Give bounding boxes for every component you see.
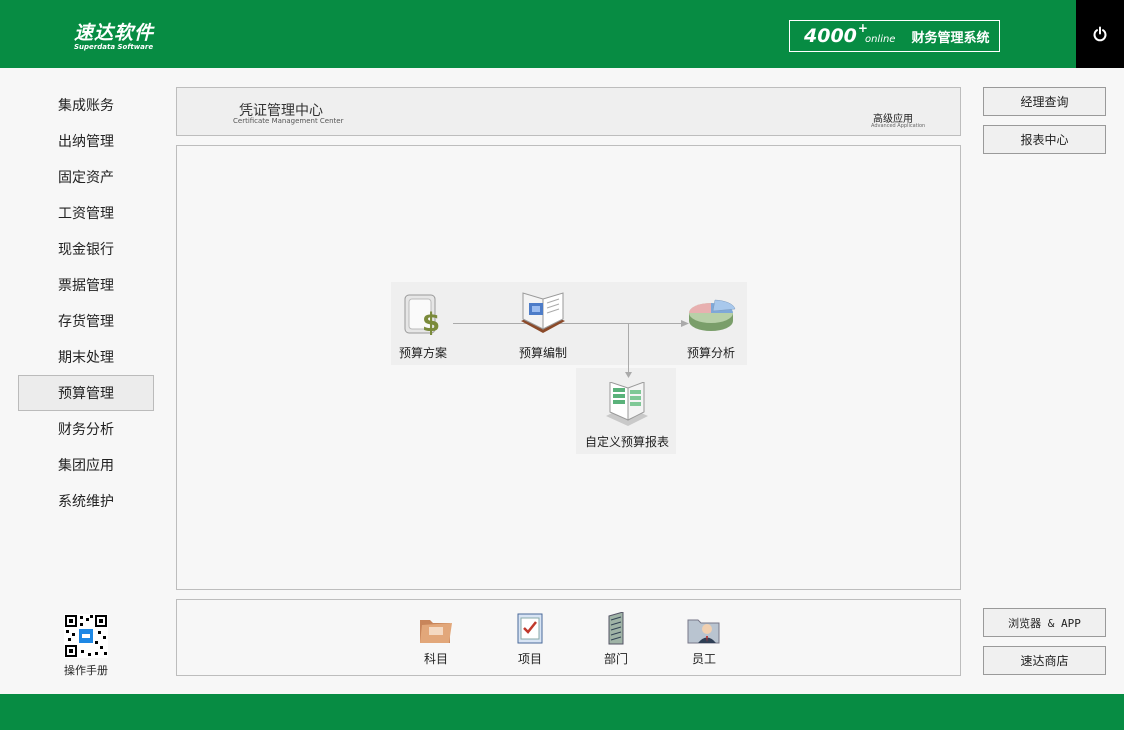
custom-budget-report-label: 自定义预算报表 [584,435,669,449]
system-name: 财务管理系统 [911,30,990,46]
sidebar-item-financial-analysis[interactable]: 财务分析 [18,411,154,447]
sidebar-item-inventory[interactable]: 存货管理 [18,303,154,339]
sidebar-item-budget[interactable]: 预算管理 [18,375,154,411]
flow-connector-down [628,323,629,374]
store-button[interactable]: 速达商店 [983,646,1106,675]
manual-label: 操作手册 [64,664,108,677]
budget-flow-panel: $ 预算方案 预算编制 预算分析 自定义预算报表 [176,145,961,590]
budget-edit-node[interactable]: 预算编制 [515,291,571,361]
sidebar-nav: 集成账务 出纳管理 固定资产 工资管理 现金银行 票据管理 存货管理 期末处理 … [18,87,154,519]
sidebar-item-system-maintenance[interactable]: 系统维护 [18,483,154,519]
employee-tool[interactable]: 员工 [679,612,729,667]
system-version: 4000 [804,25,857,47]
svg-text:$: $ [422,308,440,338]
department-tool[interactable]: 部门 [591,611,641,667]
sidebar-item-integrated-accounting[interactable]: 集成账务 [18,87,154,123]
budget-analysis-label: 预算分析 [686,346,735,360]
subject-tool[interactable]: 科目 [411,612,461,667]
bottom-bar [0,694,1124,730]
checklist-icon [517,613,543,644]
ledger-book-icon [521,292,565,333]
sidebar-item-cash-bank[interactable]: 现金银行 [18,231,154,267]
sidebar-item-payroll[interactable]: 工资管理 [18,195,154,231]
system-edition: online [864,33,896,45]
project-label: 项目 [517,652,542,666]
brand-name-cn: 速达软件 [74,22,155,44]
subject-label: 科目 [423,652,448,666]
arrow-down-icon [625,372,632,378]
manual-link[interactable]: 操作手册 [56,614,116,678]
qr-code-icon [64,614,108,658]
pie-chart-icon [689,299,736,331]
project-tool[interactable]: 项目 [505,612,555,667]
brand-name-en: Superdata Software [74,43,154,51]
sidebar-item-period-end[interactable]: 期末处理 [18,339,154,375]
report-center-button[interactable]: 报表中心 [983,125,1106,154]
budget-plan-node[interactable]: $ 预算方案 [395,291,451,361]
sidebar-item-group[interactable]: 集团应用 [18,447,154,483]
employee-label: 员工 [691,652,716,666]
custom-budget-report-node[interactable]: 自定义预算报表 [581,381,673,450]
top-bar: 速达软件 Superdata Software 4000 + online 财务… [0,0,1124,68]
budget-analysis-node[interactable]: 预算分析 [683,291,739,361]
budget-plan-label: 预算方案 [398,346,447,360]
budget-edit-label: 预算编制 [518,346,567,360]
header-panel: 凭证管理中心 Certificate Management Center 高级应… [176,87,961,136]
sidebar-item-fixed-assets[interactable]: 固定资产 [18,159,154,195]
building-icon [608,611,624,645]
employee-icon [687,619,720,644]
folder-icon [420,620,452,643]
page-subtitle: Certificate Management Center [233,117,344,125]
manager-query-button[interactable]: 经理查询 [983,87,1106,116]
money-safe-icon: $ [404,294,440,338]
advanced-application-en: Advanced Application [871,123,926,129]
browser-app-button[interactable]: 浏览器 & APP [983,608,1106,637]
sidebar-item-bills[interactable]: 票据管理 [18,267,154,303]
report-sheet-icon [606,381,648,426]
power-button[interactable] [1076,0,1124,68]
basic-data-panel: 科目 项目 部门 员工 [176,599,961,676]
system-title-box: 4000 + online 财务管理系统 [789,20,1000,52]
brand-logo: 速达软件 Superdata Software [74,18,154,51]
sidebar-item-cashier[interactable]: 出纳管理 [18,123,154,159]
power-icon [1093,26,1107,42]
department-label: 部门 [603,652,628,666]
